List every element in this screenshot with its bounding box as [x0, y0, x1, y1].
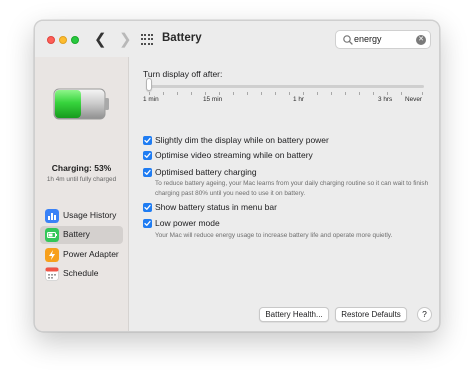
slider-tick — [289, 92, 290, 95]
show-battery-status-checkbox[interactable] — [143, 203, 152, 212]
charging-status: Charging: 53% — [51, 163, 112, 173]
dim-display-label: Slightly dim the display while on batter… — [155, 135, 329, 145]
slider-tick — [303, 92, 304, 95]
sidebar-item-label: Schedule — [63, 268, 99, 278]
slider-tick-label: 15 min — [203, 96, 223, 103]
time-until-charged: 1h 4m until fully charged — [46, 176, 117, 183]
slider-tick — [317, 92, 318, 95]
slider-tick — [401, 92, 402, 95]
sidebar-item-usage-history[interactable]: Usage History — [40, 207, 123, 225]
slider-tick-label: 1 hr — [293, 96, 305, 103]
checkmark-icon — [144, 204, 151, 210]
usage-history-icon — [45, 209, 59, 223]
sidebar-item-battery[interactable]: Battery — [40, 226, 123, 244]
show-all-grid-icon[interactable] — [141, 34, 154, 46]
slider-tick — [261, 92, 262, 95]
minimize-window-button[interactable] — [59, 36, 67, 44]
low-power-mode-description: Your Mac will reduce energy usage to inc… — [155, 232, 393, 239]
optimised-charging-label: Optimised battery charging — [155, 167, 257, 177]
slider-tick — [163, 92, 164, 95]
slider-tick — [149, 92, 150, 95]
slider-tick-label: 1 min — [143, 96, 159, 103]
slider-tick — [331, 92, 332, 95]
optimised-charging-checkbox[interactable] — [143, 168, 152, 177]
battery-level-icon — [53, 88, 109, 120]
power-adapter-icon — [45, 248, 59, 262]
checkmark-icon — [144, 220, 151, 226]
low-power-mode-label: Low power mode — [155, 218, 220, 228]
display-off-label: Turn display off after: — [143, 69, 223, 79]
sidebar-item-power-adapter[interactable]: Power Adapter — [40, 246, 123, 264]
battery-charge-fill — [55, 90, 81, 118]
slider-tick — [247, 92, 248, 95]
slider-tick — [219, 92, 220, 95]
slider-tick — [422, 92, 423, 95]
dim-display-checkbox[interactable] — [143, 136, 152, 145]
close-window-button[interactable] — [47, 36, 55, 44]
slider-tick — [359, 92, 360, 95]
checkmark-icon — [144, 152, 151, 158]
checkmark-icon — [144, 137, 151, 143]
zoom-window-button[interactable] — [71, 36, 79, 44]
slider-tick — [387, 92, 388, 95]
restore-defaults-button[interactable]: Restore Defaults — [335, 307, 407, 322]
display-off-slider[interactable] — [147, 85, 424, 88]
window-title: Battery — [162, 32, 202, 44]
battery-settings-pane: Turn display off after: 1 min 15 min 1 h… — [129, 57, 439, 331]
sidebar-item-label: Battery — [63, 229, 90, 239]
display-off-slider-thumb[interactable] — [146, 78, 152, 91]
slider-tick — [233, 92, 234, 95]
slider-tick — [373, 92, 374, 95]
show-battery-status-label: Show battery status in menu bar — [155, 202, 277, 212]
optimised-charging-description: To reduce battery ageing, your Mac learn… — [155, 180, 429, 197]
optimise-video-label: Optimise video streaming while on batter… — [155, 150, 313, 160]
slider-tick-label: 3 hrs — [378, 96, 393, 103]
battery-icon — [45, 228, 59, 242]
help-button[interactable]: ? — [417, 307, 432, 322]
preferences-window: ❮ ❯ Battery energy ✕ Charging: 53% 1h 4m… — [34, 20, 440, 332]
sidebar-item-label: Power Adapter — [63, 249, 119, 259]
battery-health-button[interactable]: Battery Health... — [259, 307, 329, 322]
title-bar: ❮ ❯ Battery energy ✕ — [35, 21, 439, 57]
sidebar-item-label: Usage History — [63, 210, 117, 220]
search-field[interactable]: energy ✕ — [335, 30, 431, 49]
schedule-icon — [45, 267, 59, 281]
sidebar: Charging: 53% 1h 4m until fully charged … — [35, 57, 129, 331]
clear-search-icon[interactable]: ✕ — [416, 35, 426, 45]
slider-tick — [275, 92, 276, 95]
slider-tick-label: Never — [405, 96, 423, 103]
optimise-video-checkbox[interactable] — [143, 151, 152, 160]
back-chevron-icon[interactable]: ❮ — [94, 30, 107, 50]
slider-tick — [345, 92, 346, 95]
slider-tick — [191, 92, 192, 95]
slider-tick — [177, 92, 178, 95]
checkmark-icon — [144, 169, 151, 175]
sidebar-item-schedule[interactable]: Schedule — [40, 265, 123, 283]
search-input[interactable]: energy — [354, 34, 382, 44]
low-power-mode-checkbox[interactable] — [143, 219, 152, 228]
slider-tick — [205, 92, 206, 95]
forward-chevron-icon[interactable]: ❯ — [119, 30, 132, 50]
search-icon — [343, 35, 353, 45]
